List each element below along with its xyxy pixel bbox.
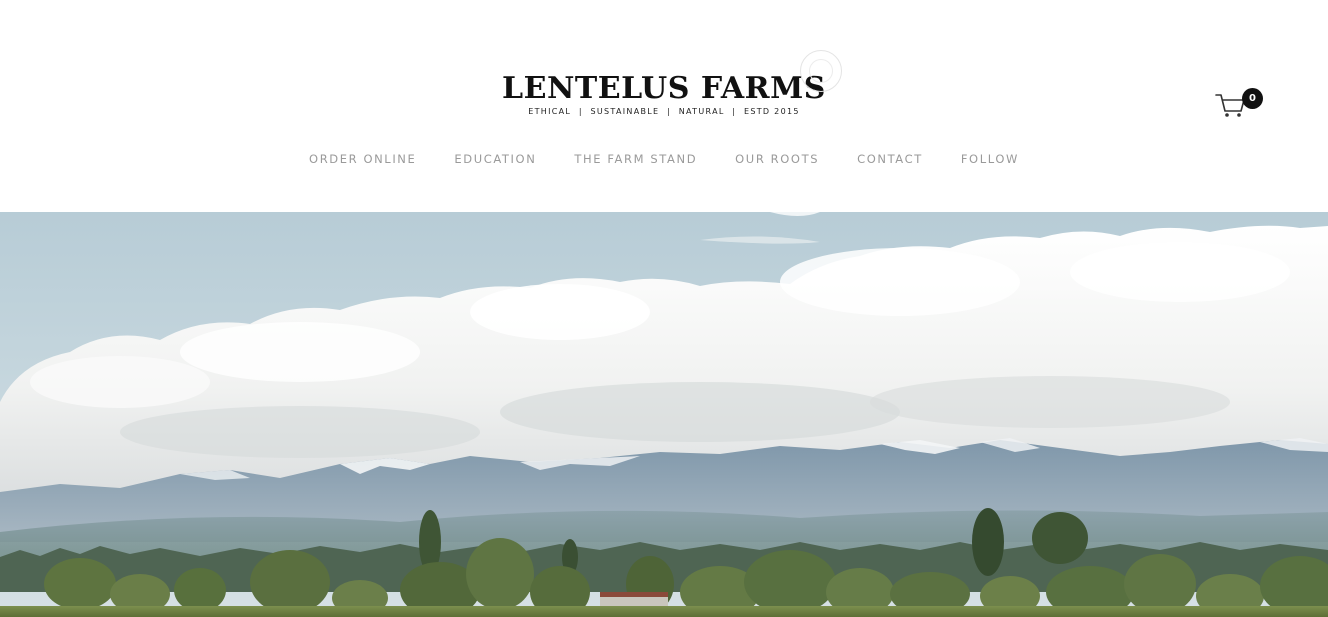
nav-item-education[interactable]: EDUCATION xyxy=(454,152,536,166)
nav-item-contact[interactable]: CONTACT xyxy=(857,152,923,166)
logo-container: LENTELUS FARMS ETHICAL | SUSTAINABLE | N… xyxy=(0,50,1328,119)
site-header: LENTELUS FARMS ETHICAL | SUSTAINABLE | N… xyxy=(0,0,1328,212)
hero-landscape-image xyxy=(0,212,1328,617)
nav-item-order-online[interactable]: ORDER ONLINE xyxy=(309,152,416,166)
nav-item-our-roots[interactable]: OUR ROOTS xyxy=(735,152,819,166)
nav-item-follow[interactable]: FOLLOW xyxy=(961,152,1019,166)
main-navigation: ORDER ONLINE EDUCATION THE FARM STAND OU… xyxy=(0,152,1328,166)
logo-title: LENTELUS FARMS xyxy=(502,71,826,106)
nav-item-the-farm-stand[interactable]: THE FARM STAND xyxy=(574,152,697,166)
cart-count-badge: 0 xyxy=(1242,88,1263,109)
hero-banner xyxy=(0,212,1328,617)
logo-tagline: ETHICAL | SUSTAINABLE | NATURAL | ESTD 2… xyxy=(528,107,800,116)
site-logo[interactable]: LENTELUS FARMS ETHICAL | SUSTAINABLE | N… xyxy=(502,50,842,117)
logo-emblem-icon xyxy=(799,50,842,92)
cart-button[interactable]: 0 xyxy=(1214,88,1266,120)
